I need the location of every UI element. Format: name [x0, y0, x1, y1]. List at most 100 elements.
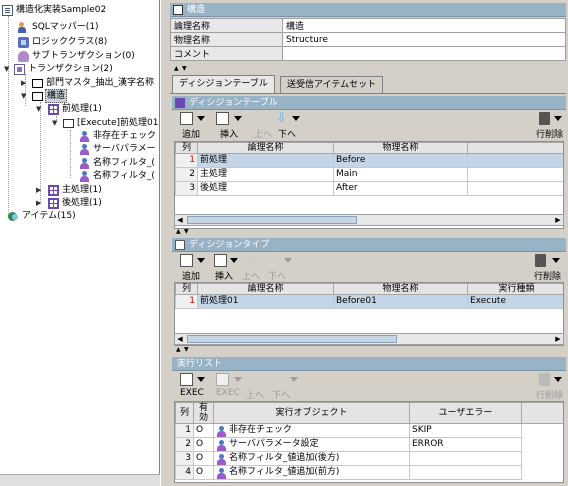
expand-structure-toggle[interactable]: ▼ [21, 89, 28, 103]
col-header-no[interactable]: 列 [175, 283, 198, 295]
decision-table-scrollbar[interactable]: ◀ ▶ [174, 214, 564, 226]
prop-value-logical[interactable]: 構造 [282, 18, 566, 33]
tree-item-main[interactable]: 主処理(1) [48, 183, 103, 197]
cell-logical[interactable]: 後処理 [197, 181, 334, 196]
tree-root[interactable]: 構造化実装Sample02 [2, 3, 107, 17]
insert-dropdown-arrow[interactable] [234, 116, 242, 121]
table-row[interactable]: 1 前処理 Before [175, 153, 563, 168]
cell-user-error[interactable]: ERROR [409, 437, 522, 452]
tree-item-exec-obj-1[interactable]: 非存在チェック [79, 129, 157, 143]
tree-item-transaction[interactable]: トランザクション(2) [14, 62, 114, 76]
insert-dropdown-arrow[interactable] [230, 258, 238, 263]
new-row-icon[interactable] [180, 254, 193, 267]
section-splitter-2[interactable]: ▲ ▼ [172, 347, 566, 353]
tree-item-sql-mapper[interactable]: SQLマッパー(1) [18, 20, 100, 34]
tree-item-items[interactable]: アイテム(15) [8, 209, 77, 223]
exec-button[interactable]: EXEC [180, 388, 204, 398]
col-header-enabled[interactable]: 有効 [193, 402, 214, 424]
delete-row-button[interactable]: 行削除 [536, 388, 563, 401]
section-splitter-1[interactable]: ▲ ▼ [172, 229, 566, 235]
delete-row-icon[interactable] [539, 112, 550, 125]
cell-physical[interactable]: Before01 [333, 294, 468, 309]
exec-insert-button[interactable]: EXEC [216, 388, 240, 398]
col-header-user-error[interactable]: ユーザエラー [409, 402, 522, 424]
add-button[interactable]: 追加 [182, 269, 200, 282]
exec-list-grid[interactable]: 列 有効 実行オブジェクト ユーザエラー 1 O 非存在チェック SKIP 2 … [174, 401, 564, 483]
up-button[interactable]: 上へ [242, 269, 260, 282]
cell-logical[interactable]: 主処理 [197, 167, 334, 182]
vertical-splitter[interactable] [160, 0, 168, 486]
table-row[interactable]: 2 主処理 Main [175, 167, 563, 182]
col-header-object[interactable]: 実行オブジェクト [213, 402, 410, 424]
delete-dropdown-arrow[interactable] [554, 116, 562, 121]
add-dropdown-arrow[interactable] [197, 258, 205, 263]
delete-row-button[interactable]: 行削除 [536, 127, 563, 140]
down-button[interactable]: 下へ [268, 269, 286, 282]
table-row[interactable]: 3 O 名称フィルタ_値追加(後方) [175, 451, 563, 466]
new-row-icon[interactable] [180, 112, 193, 125]
cell-user-error[interactable]: SKIP [409, 423, 522, 438]
cell-enabled[interactable]: O [193, 437, 214, 452]
down-button[interactable]: 下へ [278, 127, 296, 140]
prop-value-comment[interactable] [282, 46, 566, 61]
col-header-no[interactable]: 列 [175, 402, 194, 424]
table-row[interactable]: 1 前処理01 Before01 Execute [175, 294, 563, 309]
tab-send-receive-itemset[interactable]: 送受信アイテムセット [280, 76, 384, 93]
insert-button[interactable]: 挿入 [220, 127, 238, 140]
cell-object[interactable]: 非存在チェック [213, 423, 410, 438]
prop-value-physical[interactable]: Structure [282, 32, 566, 47]
tree-item-exec-obj-4[interactable]: 名称フィルタ_( [79, 169, 156, 183]
tree-item-exec-obj-2[interactable]: サーバパラメー [79, 142, 157, 156]
cell-object[interactable]: 名称フィルタ_値追加(後方) [213, 451, 410, 466]
tree-item-execute[interactable]: [Execute]前処理01(4 [63, 116, 159, 130]
cell-object[interactable]: 名称フィルタ_値追加(前方) [213, 465, 410, 480]
tree-item-structure[interactable]: 構造 [32, 89, 68, 103]
header-splitter[interactable]: ▲ ▼ [170, 66, 566, 72]
tree-item-post[interactable]: 後処理(1) [48, 196, 103, 210]
down-dropdown-arrow[interactable] [292, 116, 300, 121]
tree-item-logic-class[interactable]: ロジッククラス(8) [18, 35, 108, 49]
expand-transaction-toggle[interactable]: ▼ [4, 62, 11, 76]
delete-row-icon[interactable] [535, 254, 546, 267]
cell-user-error[interactable] [409, 465, 522, 480]
cell-extra[interactable] [467, 153, 563, 168]
expand-execute-toggle[interactable]: ▼ [52, 116, 59, 130]
new-row-icon[interactable] [180, 373, 193, 386]
col-header-kind[interactable]: 実行種類 [467, 283, 563, 295]
tab-decision-table[interactable]: ディシジョンテーブル [172, 75, 275, 93]
add-button[interactable]: 追加 [182, 127, 200, 140]
cell-physical[interactable]: Before [333, 153, 468, 168]
tree-item-dept-master[interactable]: 部門マスタ_抽出_漢字名称 [32, 76, 155, 90]
cell-object[interactable]: サーバパラメータ設定 [213, 437, 410, 452]
col-header-logical[interactable]: 論理名称 [197, 283, 334, 295]
up-button[interactable]: 上へ [254, 127, 272, 140]
col-header-physical[interactable]: 物理名称 [333, 142, 468, 154]
cell-physical[interactable]: After [333, 181, 468, 196]
delete-dropdown-arrow[interactable] [552, 258, 560, 263]
table-row[interactable]: 4 O 名称フィルタ_値追加(前方) [175, 465, 563, 480]
cell-logical[interactable]: 前処理 [197, 153, 334, 168]
down-button[interactable]: 下へ [272, 388, 290, 401]
scroll-thumb[interactable] [187, 335, 397, 343]
cell-user-error[interactable] [409, 451, 522, 466]
tree-item-exec-obj-3[interactable]: 名称フィルタ_( [79, 156, 156, 170]
move-down-icon[interactable]: ⇩ [276, 112, 289, 125]
delete-row-button[interactable]: 行削除 [534, 269, 561, 282]
col-header-no[interactable]: 列 [175, 142, 198, 154]
col-header-physical[interactable]: 物理名称 [333, 283, 468, 295]
scroll-thumb[interactable] [187, 216, 357, 224]
cell-extra[interactable] [467, 167, 563, 182]
cell-logical[interactable]: 前処理01 [197, 294, 334, 309]
insert-row-icon[interactable] [214, 254, 227, 267]
col-header-extra[interactable] [467, 142, 563, 154]
table-row[interactable]: 3 後処理 After [175, 181, 563, 196]
tree-horizontal-scrollbar[interactable] [0, 474, 160, 486]
expand-dept-toggle[interactable]: ▶ [21, 76, 28, 90]
cell-kind[interactable]: Execute [467, 294, 563, 309]
table-row[interactable]: 2 O サーバパラメータ設定 ERROR [175, 437, 563, 452]
table-row[interactable]: 1 O 非存在チェック SKIP [175, 423, 563, 438]
insert-row-icon[interactable] [216, 112, 229, 125]
exec-dropdown-arrow[interactable] [197, 377, 205, 382]
project-tree[interactable]: 構造化実装Sample02 SQLマッパー(1) ロジッククラス(8) サブトラ… [0, 0, 160, 486]
cell-physical[interactable]: Main [333, 167, 468, 182]
